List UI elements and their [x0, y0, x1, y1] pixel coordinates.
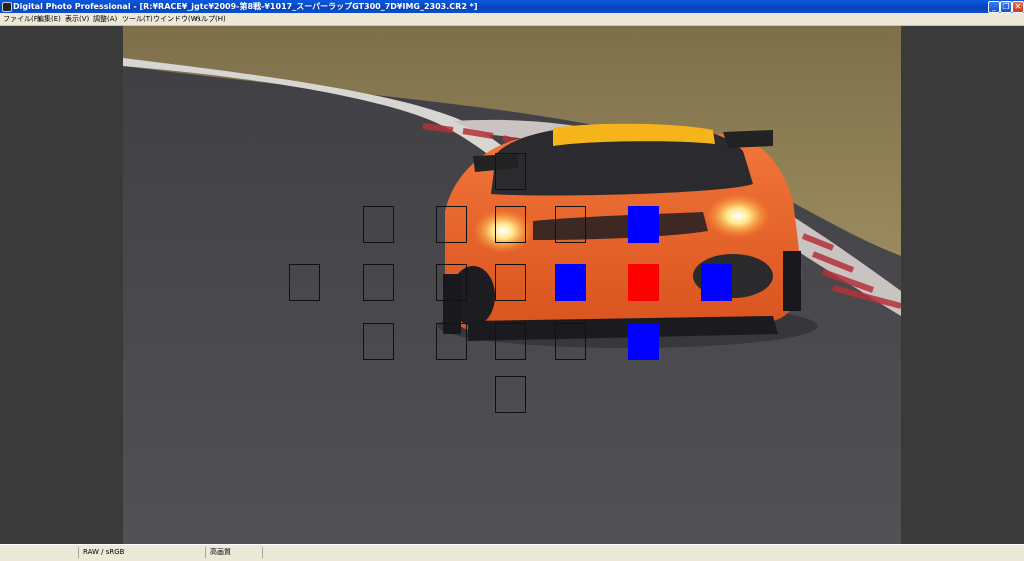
status-bar: RAW / sRGB 高画質	[0, 544, 1024, 561]
af-point	[363, 206, 394, 243]
af-point	[555, 206, 586, 243]
restore-button[interactable]: ❐	[1000, 1, 1012, 13]
menu-edit[interactable]: 編集(E)	[37, 13, 61, 25]
af-point	[495, 206, 526, 243]
color-mode-label: RAW / sRGB	[78, 547, 203, 558]
af-point	[436, 323, 467, 360]
menu-file[interactable]: ファイル(F)	[3, 13, 41, 25]
af-point	[436, 264, 467, 301]
af-point-active	[628, 206, 659, 243]
minimize-button[interactable]: _	[988, 1, 1000, 13]
af-point	[363, 323, 394, 360]
af-point	[289, 264, 320, 301]
af-point-active	[555, 264, 586, 301]
af-point	[555, 323, 586, 360]
menu-tools[interactable]: ツール(T)	[122, 13, 153, 25]
af-point	[495, 153, 526, 190]
menu-bar: ファイル(F) 編集(E) 表示(V) 調整(A) ツール(T) ウインドウ(W…	[0, 13, 1024, 26]
af-point-active	[628, 323, 659, 360]
close-button[interactable]: ✕	[1012, 1, 1024, 13]
image-viewer[interactable]	[0, 26, 1024, 544]
af-point	[495, 323, 526, 360]
af-point-active	[701, 264, 732, 301]
af-point-selected	[628, 264, 659, 301]
af-point	[363, 264, 394, 301]
af-point	[495, 376, 526, 413]
menu-adjust[interactable]: 調整(A)	[93, 13, 117, 25]
menu-help[interactable]: ヘルプ(H)	[194, 13, 226, 25]
af-point	[436, 206, 467, 243]
title-bar: Digital Photo Professional - [R:¥RACE¥_j…	[0, 0, 1024, 13]
status-divider	[262, 547, 267, 558]
window-title: Digital Photo Professional - [R:¥RACE¥_j…	[13, 2, 478, 11]
menu-view[interactable]: 表示(V)	[65, 13, 89, 25]
quality-label: 高画質	[205, 547, 265, 558]
af-point	[495, 264, 526, 301]
app-icon[interactable]	[2, 2, 12, 12]
